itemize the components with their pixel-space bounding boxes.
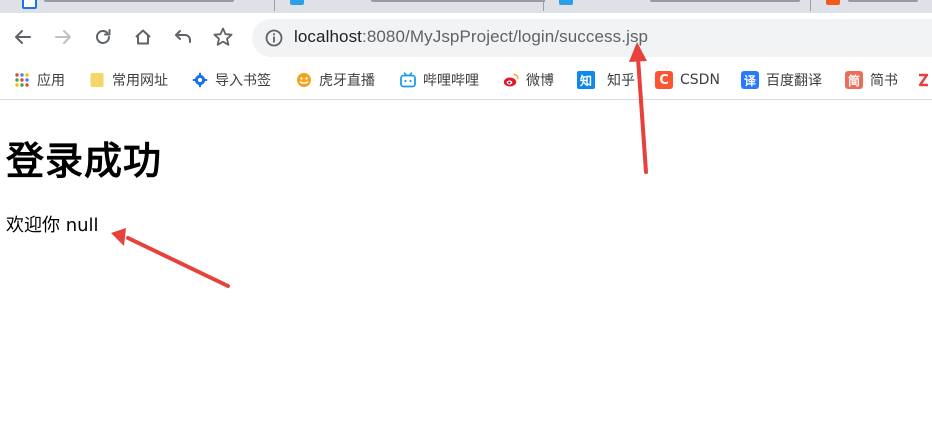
back-button[interactable] <box>8 22 38 52</box>
tab-3[interactable] <box>545 0 809 13</box>
forward-arrow-icon <box>55 30 71 44</box>
home-icon <box>135 29 151 45</box>
bookmark-label: CSDN <box>680 72 720 88</box>
bookmark-jianshu[interactable]: 简 简书 <box>845 69 898 91</box>
folder-icon <box>90 73 104 87</box>
bookmark-apps[interactable]: 应用 <box>14 69 65 91</box>
address-bar[interactable]: localhost:8080/MyJspProject/login/succes… <box>252 19 932 57</box>
browser-toolbar: localhost:8080/MyJspProject/login/succes… <box>0 13 932 63</box>
tab-title-placeholder <box>371 0 561 2</box>
zhihu-icon: 知 <box>577 71 595 89</box>
url-text[interactable]: localhost:8080/MyJspProject/login/succes… <box>294 27 648 47</box>
bookmark-zhihu[interactable]: 知 知乎 <box>577 69 635 91</box>
site-info-icon[interactable] <box>264 28 284 48</box>
bookmark-csdn[interactable]: C CSDN <box>655 69 720 91</box>
weibo-icon <box>503 73 519 87</box>
bookmark-label: 知乎 <box>607 73 635 89</box>
back-arrow-icon <box>15 30 31 44</box>
bookmark-label: 常用网址 <box>112 73 168 89</box>
tab-title-placeholder <box>44 0 234 2</box>
annotation-arrow-welcome <box>111 228 230 288</box>
tab-strip <box>0 0 932 13</box>
forward-button[interactable] <box>48 22 78 52</box>
tab-title-placeholder <box>650 0 800 2</box>
bookmark-import[interactable]: 导入书签 <box>192 69 271 91</box>
undo-icon <box>175 30 191 43</box>
bilibili-icon <box>400 72 416 88</box>
jianshu-icon: 简 <box>845 71 863 89</box>
baidu-translate-icon: 译 <box>741 71 759 89</box>
partial-site-icon <box>918 73 929 87</box>
tab-title-placeholder <box>848 0 918 2</box>
site-icon <box>826 0 840 5</box>
bookmark-label: 虎牙直播 <box>319 73 375 89</box>
bookmarks-bar: 应用 常用网址 导入书签 虎牙直播 哔哩哔哩 微博 知 知乎 C CSDN 译 … <box>0 63 932 100</box>
bookmark-bilibili[interactable]: 哔哩哔哩 <box>400 69 479 91</box>
reload-icon <box>96 29 111 44</box>
bookmark-label: 百度翻译 <box>766 73 822 89</box>
bookmark-label: 简书 <box>870 73 898 89</box>
url-host: localhost <box>294 27 362 46</box>
bookmark-label: 哔哩哔哩 <box>423 73 479 89</box>
tab-1[interactable] <box>8 0 270 13</box>
apps-grid-icon <box>15 73 29 87</box>
bookmark-label: 微博 <box>526 73 554 89</box>
huya-icon <box>297 73 311 87</box>
bookmark-folder-common[interactable]: 常用网址 <box>89 69 168 91</box>
bookmark-huya[interactable]: 虎牙直播 <box>296 69 375 91</box>
star-icon <box>213 27 233 46</box>
bookmark-baidu-translate[interactable]: 译 百度翻译 <box>741 69 822 91</box>
tab-separator <box>274 0 275 11</box>
url-path: :8080/MyJspProject/login/success.jsp <box>362 27 649 46</box>
gear-icon <box>192 72 208 88</box>
bookmark-overflow-partial[interactable] <box>916 69 932 91</box>
undo-button[interactable] <box>168 22 198 52</box>
tab-2[interactable] <box>276 0 561 13</box>
home-button[interactable] <box>128 22 158 52</box>
tab-4[interactable] <box>812 0 932 13</box>
welcome-message: 欢迎你 null <box>6 215 99 236</box>
reload-button[interactable] <box>88 22 118 52</box>
tab-separator <box>543 0 544 11</box>
bookmark-label: 应用 <box>37 73 65 89</box>
tab-separator <box>810 0 811 11</box>
page-icon <box>22 0 37 9</box>
bookmark-star-button[interactable] <box>208 22 238 52</box>
page-title: 登录成功 <box>6 139 163 183</box>
bookmark-weibo[interactable]: 微博 <box>503 69 554 91</box>
bookmark-label: 导入书签 <box>215 73 271 89</box>
site-icon <box>559 0 573 5</box>
csdn-icon: C <box>655 71 673 89</box>
site-icon <box>290 0 304 5</box>
